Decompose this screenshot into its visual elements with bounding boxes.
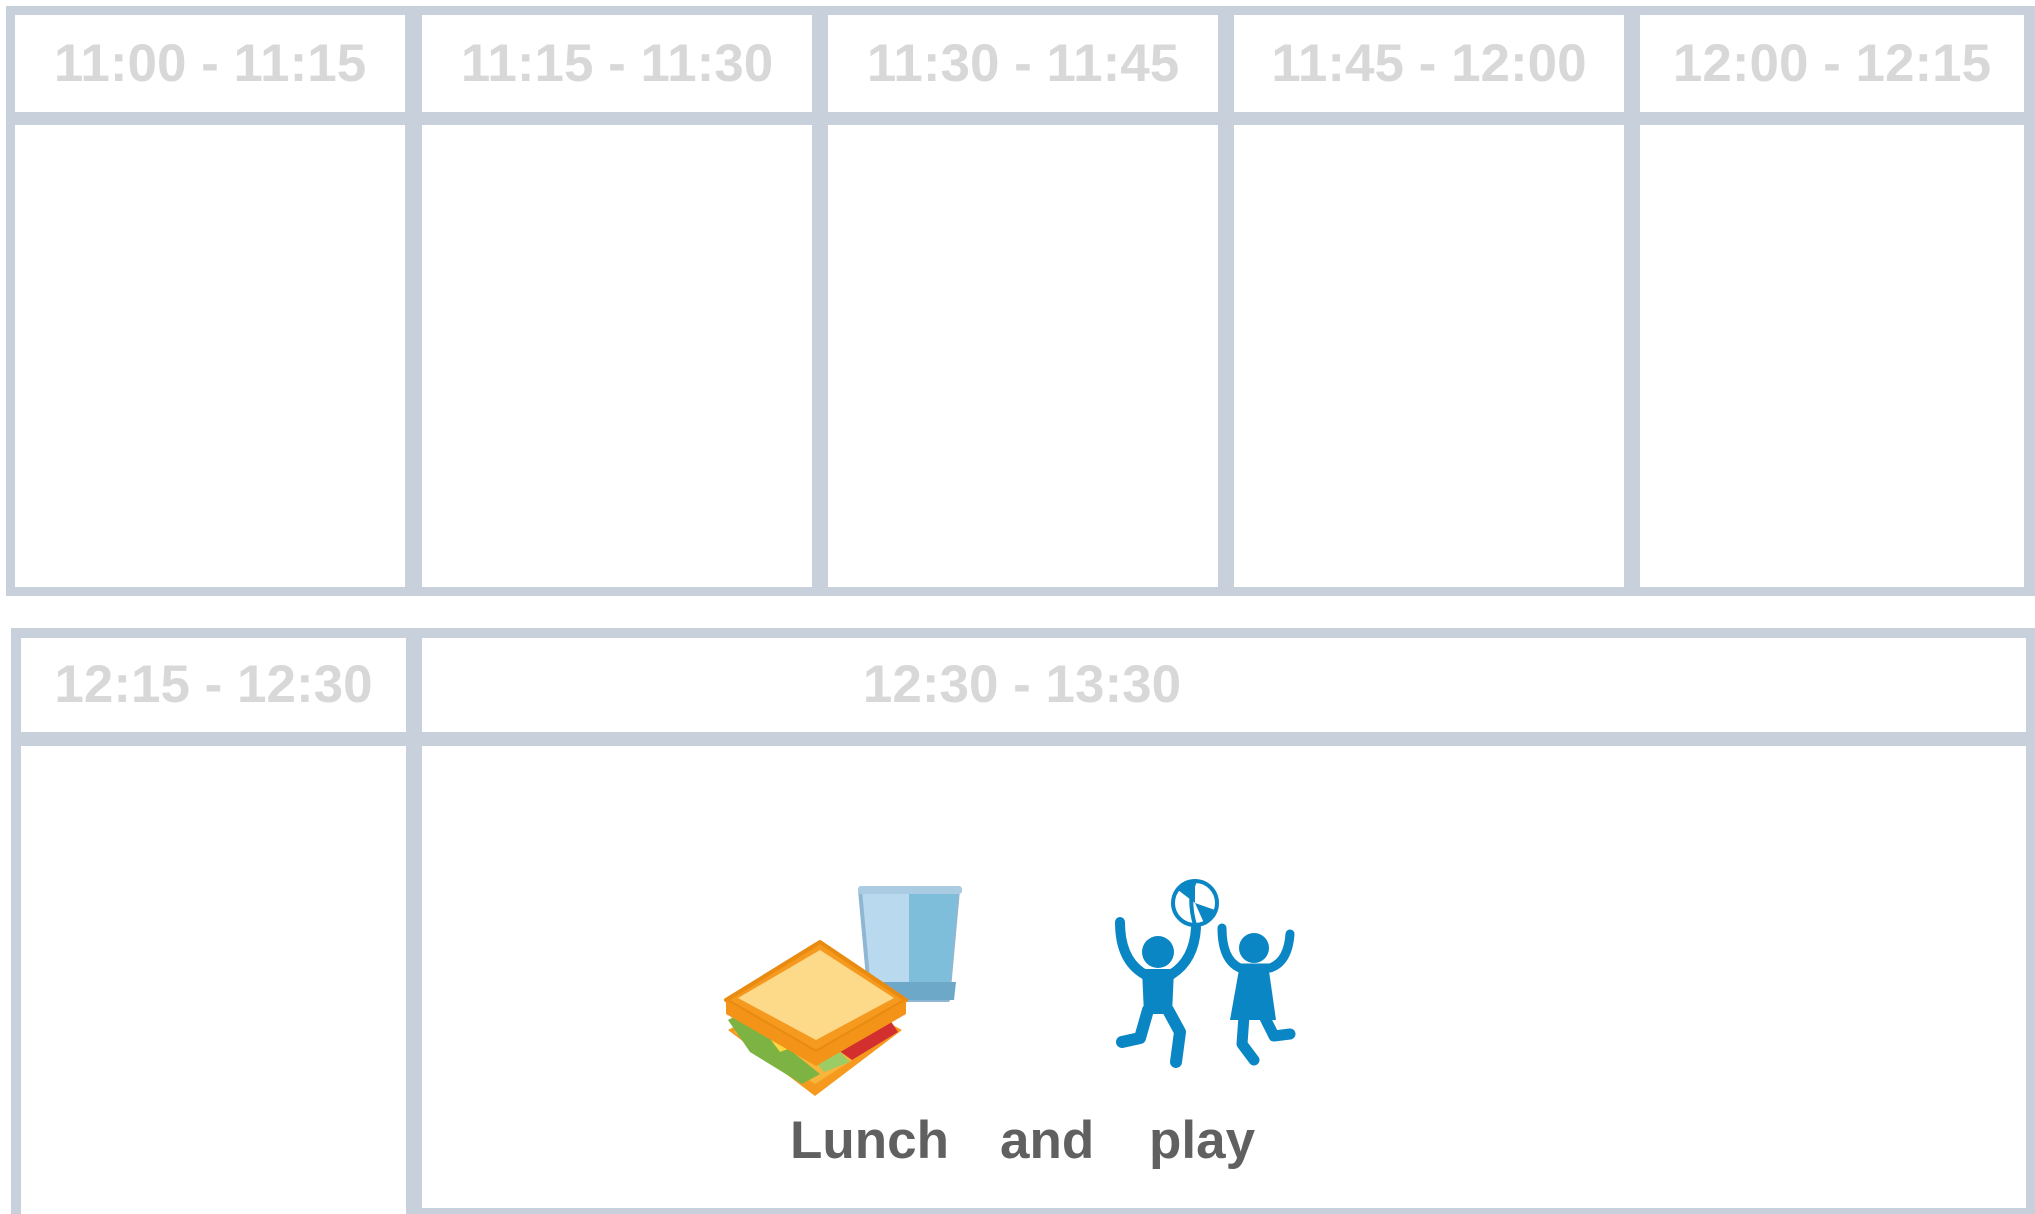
time-slot-label: 12:15 - 12:30: [54, 655, 373, 714]
children-playing-icon: [1115, 917, 1296, 1068]
time-slot-header-5: 12:00 - 12:15: [1640, 15, 2024, 112]
time-slot-label: 12:00 - 12:15: [1672, 34, 1992, 93]
sandwich-icon: [724, 940, 908, 1096]
time-slot-body-3[interactable]: [828, 125, 1218, 587]
activity-caption-and: and: [1000, 1111, 1095, 1170]
schedule-row-1: 11:00 - 11:15 11:15 - 11:30 11:30 - 11:4…: [6, 6, 2035, 596]
time-slot-header-6: 12:15 - 12:30: [21, 638, 406, 732]
time-slot-header-3: 11:30 - 11:45: [828, 15, 1218, 112]
time-slot-body-6[interactable]: [21, 746, 406, 1214]
time-slot-header-4: 11:45 - 12:00: [1234, 15, 1624, 112]
activity-caption-play: play: [1149, 1111, 1256, 1170]
time-slot-label: 11:15 - 11:30: [460, 34, 774, 93]
time-slot-body-4[interactable]: [1234, 125, 1624, 587]
time-slot-body-1[interactable]: [15, 125, 405, 587]
activity-caption-lunch: Lunch: [790, 1111, 949, 1170]
time-slot-body-2[interactable]: [422, 125, 812, 587]
time-slot-label: 11:30 - 11:45: [866, 34, 1180, 93]
time-slot-body-5[interactable]: [1640, 125, 2024, 587]
time-slot-label: 11:00 - 11:15: [53, 34, 367, 93]
time-slot-header-2: 11:15 - 11:30: [422, 15, 812, 112]
time-slot-label: 12:30 - 13:30: [862, 655, 1182, 714]
time-slot-header-1: 11:00 - 11:15: [15, 15, 405, 112]
time-slot-label: 11:45 - 12:00: [1271, 34, 1587, 93]
time-slot-header-7: 12:30 - 13:30: [422, 638, 2026, 732]
